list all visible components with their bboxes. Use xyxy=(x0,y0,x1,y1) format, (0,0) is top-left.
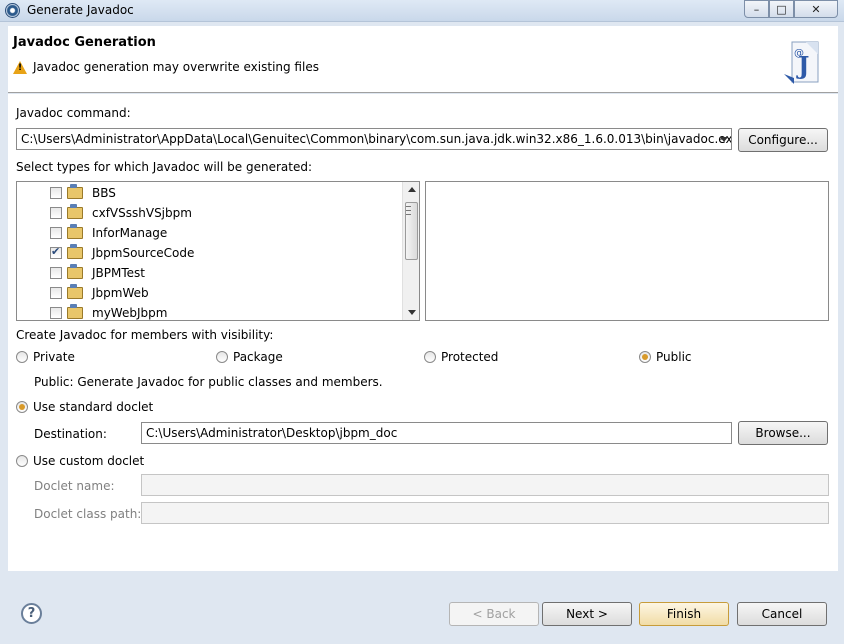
project-tree[interactable]: BBS cxfVSsshVSjbpm InforManage JbpmSourc… xyxy=(16,181,420,321)
banner-message: Javadoc generation may overwrite existin… xyxy=(33,60,319,74)
javadoc-command-label: Javadoc command: xyxy=(16,106,131,120)
java-project-icon xyxy=(67,284,83,299)
tree-item-label: JbpmSourceCode xyxy=(92,246,195,260)
radio-label: Package xyxy=(233,350,283,364)
tree-item-cxfvssshvsjbpm[interactable]: cxfVSsshVSjbpm xyxy=(17,203,192,223)
eclipse-app-icon xyxy=(5,3,20,18)
select-types-label: Select types for which Javadoc will be g… xyxy=(16,160,312,174)
wizard-page: Javadoc command: C:\Users\Administrator\… xyxy=(8,94,838,571)
chevron-down-icon[interactable] xyxy=(720,137,728,142)
radio-label: Protected xyxy=(441,350,499,364)
project-checkbox[interactable] xyxy=(50,267,62,279)
tree-item-jbpmweb[interactable]: JbpmWeb xyxy=(17,283,149,303)
tree-item-label: InforManage xyxy=(92,226,168,240)
radio-label: Use standard doclet xyxy=(33,400,154,414)
close-button[interactable]: ✕ xyxy=(794,0,838,18)
java-project-icon xyxy=(67,304,83,319)
visibility-package-radio[interactable]: Package xyxy=(216,350,283,364)
window-controls: – □ ✕ xyxy=(744,0,838,18)
project-checkbox[interactable] xyxy=(50,287,62,299)
types-list[interactable] xyxy=(425,181,829,321)
radio-icon[interactable] xyxy=(216,351,228,363)
doclet-name-input[interactable] xyxy=(141,474,829,496)
project-checkbox[interactable] xyxy=(50,227,62,239)
grip-icon xyxy=(406,206,411,215)
visibility-protected-radio[interactable]: Protected xyxy=(424,350,498,364)
doclet-name-label: Doclet name: xyxy=(34,479,115,493)
minimize-button[interactable]: – xyxy=(744,0,769,18)
tree-item-label: BBS xyxy=(92,186,116,200)
java-project-icon xyxy=(67,244,83,259)
finish-button[interactable]: Finish xyxy=(639,602,729,626)
radio-icon[interactable] xyxy=(16,401,28,413)
visibility-private-radio[interactable]: Private xyxy=(16,350,75,364)
project-checkbox[interactable] xyxy=(50,307,62,319)
destination-input[interactable]: C:\Users\Administrator\Desktop\jbpm_doc xyxy=(141,422,732,444)
radio-icon[interactable] xyxy=(424,351,436,363)
javadoc-command-combo[interactable]: C:\Users\Administrator\AppData\Local\Gen… xyxy=(16,128,732,150)
radio-label: Public xyxy=(656,350,692,364)
custom-doclet-radio[interactable]: Use custom doclet xyxy=(16,454,144,468)
browse-button[interactable]: Browse... xyxy=(738,421,828,445)
project-checkbox[interactable] xyxy=(50,245,62,259)
window-title: Generate Javadoc xyxy=(27,3,134,17)
next-button[interactable]: Next > xyxy=(542,602,632,626)
destination-label: Destination: xyxy=(34,427,107,441)
tree-item-label: JbpmWeb xyxy=(92,286,149,300)
standard-doclet-radio[interactable]: Use standard doclet xyxy=(16,400,153,414)
visibility-public-radio[interactable]: Public xyxy=(639,350,692,364)
javadoc-wizard-icon: J @ xyxy=(784,41,819,84)
tree-scrollbar[interactable] xyxy=(402,182,419,320)
tree-item-informanage[interactable]: InforManage xyxy=(17,223,167,243)
radio-label: Private xyxy=(33,350,75,364)
back-button[interactable]: < Back xyxy=(449,602,539,626)
configure-button[interactable]: Configure... xyxy=(738,128,828,152)
svg-text:@: @ xyxy=(794,48,804,59)
maximize-button[interactable]: □ xyxy=(769,0,794,18)
scroll-up-icon[interactable] xyxy=(408,187,416,192)
doclet-class-path-label: Doclet class path: xyxy=(34,507,142,521)
java-project-icon xyxy=(67,204,83,219)
javadoc-command-value: C:\Users\Administrator\AppData\Local\Gen… xyxy=(21,132,732,146)
project-checkbox[interactable] xyxy=(50,187,62,199)
visibility-description: Public: Generate Javadoc for public clas… xyxy=(34,375,383,389)
cancel-button[interactable]: Cancel xyxy=(737,602,827,626)
doclet-class-path-input[interactable] xyxy=(141,502,829,524)
banner-title: Javadoc Generation xyxy=(13,35,156,50)
radio-icon[interactable] xyxy=(639,351,651,363)
tree-item-label: cxfVSsshVSjbpm xyxy=(92,206,192,220)
tree-item-mywebjbpm[interactable]: myWebJbpm xyxy=(17,303,168,320)
tree-item-jbpmtest[interactable]: JBPMTest xyxy=(17,263,145,283)
title-bar: Generate Javadoc – □ ✕ xyxy=(0,0,844,22)
wizard-banner: Javadoc Generation ! Javadoc generation … xyxy=(8,26,838,93)
visibility-label: Create Javadoc for members with visibili… xyxy=(16,328,274,342)
radio-icon[interactable] xyxy=(16,351,28,363)
java-project-icon xyxy=(67,264,83,279)
web-project-icon xyxy=(67,224,83,239)
help-icon[interactable]: ? xyxy=(21,603,42,624)
tree-item-label: JBPMTest xyxy=(92,266,145,280)
radio-label: Use custom doclet xyxy=(33,454,145,468)
tree-item-jbpmsourcecode[interactable]: JbpmSourceCode xyxy=(17,243,194,263)
java-project-icon xyxy=(67,184,83,199)
project-checkbox[interactable] xyxy=(50,207,62,219)
tree-item-label: myWebJbpm xyxy=(92,306,168,320)
tree-item-bbs[interactable]: BBS xyxy=(17,183,116,203)
warning-icon-mark: ! xyxy=(18,63,23,73)
scroll-down-icon[interactable] xyxy=(408,310,416,315)
radio-icon[interactable] xyxy=(16,455,28,467)
